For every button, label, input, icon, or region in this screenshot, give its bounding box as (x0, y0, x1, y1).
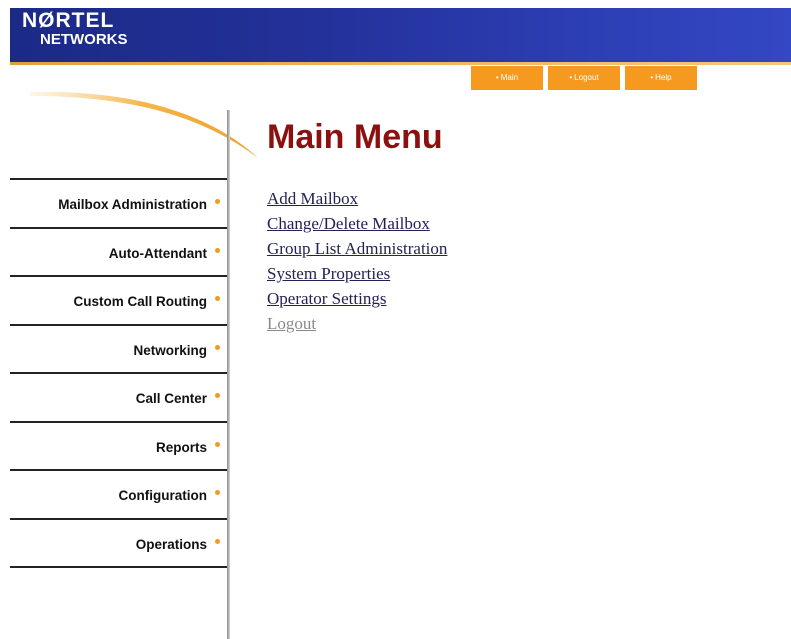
nav-main-label: Main (500, 73, 519, 82)
sidebar-item-mailbox-administration[interactable]: Mailbox Administration (10, 178, 227, 227)
sidebar-divider (227, 110, 230, 639)
sidebar-item-label: Reports (155, 440, 207, 455)
nav-logout-label: Logout (574, 73, 599, 82)
bullet-icon (215, 442, 220, 447)
nav-logout-button[interactable]: • Logout (548, 66, 620, 90)
nav-main-button[interactable]: • Main (471, 66, 543, 90)
bullet-icon: • (569, 73, 573, 82)
sidebar-item-label: Custom Call Routing (73, 294, 208, 309)
logo-nortel: NØRTEL (22, 9, 115, 32)
header-stripe (10, 62, 791, 65)
swoosh-graphic (30, 91, 258, 158)
bullet-icon (215, 296, 220, 301)
sidebar-item-networking[interactable]: Networking (10, 324, 227, 373)
bullet-icon (215, 490, 220, 495)
bullet-icon (215, 539, 220, 544)
bullet-icon: • (650, 73, 654, 82)
sidebar-item-label: Networking (133, 343, 207, 358)
link-add-mailbox[interactable]: Add Mailbox (267, 189, 358, 209)
bullet-icon (215, 345, 220, 350)
link-operator-settings[interactable]: Operator Settings (267, 289, 386, 309)
bullet-icon (215, 199, 220, 204)
sidebar-item-label: Mailbox Administration (58, 197, 207, 212)
bullet-icon: • (495, 73, 499, 82)
sidebar-item-call-center[interactable]: Call Center (10, 372, 227, 421)
link-system-properties[interactable]: System Properties (267, 264, 390, 284)
sidebar-item-configuration[interactable]: Configuration (10, 469, 227, 518)
link-group-list-administration[interactable]: Group List Administration (267, 239, 447, 259)
sidebar-item-label: Operations (135, 537, 207, 552)
bullet-icon (215, 248, 220, 253)
sidebar-item-reports[interactable]: Reports (10, 421, 227, 470)
page-title: Main Menu (267, 118, 443, 156)
sidebar-item-custom-call-routing[interactable]: Custom Call Routing (10, 275, 227, 324)
sidebar-item-auto-attendant[interactable]: Auto-Attendant (10, 227, 227, 276)
sidebar-item-label: Call Center (135, 391, 207, 406)
sidebar-item-operations[interactable]: Operations (10, 518, 227, 567)
nav-help-button[interactable]: • Help (625, 66, 697, 90)
logo-networks: NETWORKS (40, 31, 128, 48)
link-logout[interactable]: Logout (267, 314, 316, 334)
link-change-delete-mailbox[interactable]: Change/Delete Mailbox (267, 214, 430, 234)
sidebar-bottom-rule (10, 566, 227, 568)
bullet-icon (215, 393, 220, 398)
sidebar-item-label: Auto-Attendant (108, 246, 207, 261)
sidebar-item-label: Configuration (118, 488, 207, 503)
nav-help-label: Help (655, 73, 672, 82)
